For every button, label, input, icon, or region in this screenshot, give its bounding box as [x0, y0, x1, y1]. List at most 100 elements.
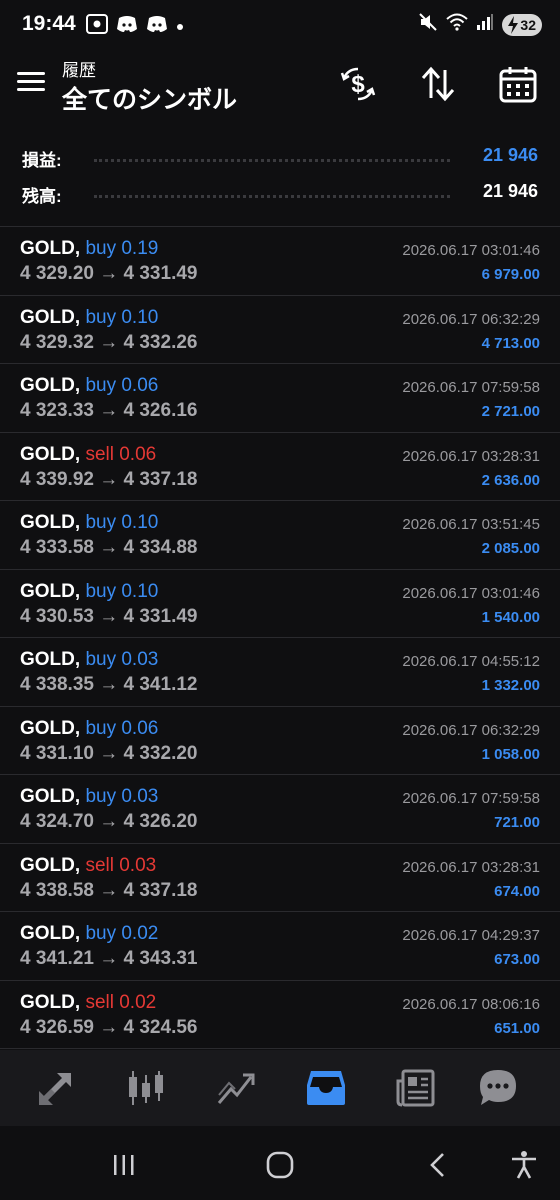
- trade-profit: 673.00: [494, 951, 540, 968]
- trade-symbol-line: GOLD, sell 0.06: [20, 444, 156, 466]
- trade-volume: sell 0.06: [85, 443, 157, 465]
- dotted-leader: [94, 159, 450, 162]
- nav-chart[interactable]: [124, 1066, 168, 1110]
- trade-volume: buy 0.10: [85, 306, 159, 328]
- trade-profit: 721.00: [494, 814, 540, 831]
- trade-symbol-line: GOLD, buy 0.02: [20, 923, 158, 945]
- discord-icon: [146, 15, 168, 38]
- trade-icon: [217, 1073, 255, 1104]
- trade-symbol: GOLD,: [20, 443, 81, 465]
- trade-profit: 6 979.00: [481, 266, 540, 283]
- recents-button[interactable]: [104, 1148, 144, 1182]
- trade-time: 2026.06.17 03:28:31: [402, 858, 540, 876]
- trade-row[interactable]: GOLD, buy 0.10 4 330.53 → 4 331.49 2026.…: [0, 570, 560, 638]
- profit-value: 21 946: [482, 145, 538, 165]
- signal-icon: [476, 13, 494, 36]
- trade-volume: sell 0.02: [85, 991, 157, 1013]
- balance-row: 残高: 21 946: [0, 176, 560, 212]
- trade-profit: 2 721.00: [481, 403, 540, 420]
- sort-icon: [421, 66, 455, 102]
- nav-trade[interactable]: [214, 1066, 258, 1110]
- trade-profit: 1 332.00: [481, 677, 540, 694]
- sort-button[interactable]: [416, 62, 460, 106]
- trade-symbol-line: GOLD, buy 0.10: [20, 512, 158, 534]
- trade-symbol: GOLD,: [20, 375, 81, 396]
- wifi-icon: [446, 13, 468, 36]
- trade-profit: 651.00: [494, 1019, 540, 1037]
- trade-volume: buy 0.10: [85, 512, 159, 533]
- trade-symbol-line: GOLD, buy 0.10: [20, 581, 158, 603]
- svg-text:$: $: [351, 71, 365, 98]
- back-button[interactable]: [418, 1148, 458, 1182]
- accessibility-button[interactable]: [504, 1148, 544, 1182]
- trade-row[interactable]: GOLD, buy 0.19 4 329.20 → 4 331.49 2026.…: [0, 227, 560, 296]
- trade-time: 2026.06.17 03:01:46: [402, 584, 540, 602]
- trade-symbol-line: GOLD, sell 0.03: [20, 855, 156, 877]
- trade-time: 2026.06.17 06:32:29: [402, 310, 540, 328]
- trade-prices: 4 341.21 → 4 343.31: [20, 948, 198, 969]
- trade-row[interactable]: GOLD, buy 0.10 4 333.58 → 4 334.88 2026.…: [0, 501, 560, 570]
- bottom-navigation: [0, 1050, 560, 1126]
- news-icon: [396, 1069, 435, 1107]
- trade-time: 2026.06.17 03:51:45: [402, 516, 540, 533]
- status-bar: 19:44 32: [0, 0, 560, 52]
- trade-profit: 2 636.00: [481, 471, 540, 489]
- trade-symbol: GOLD,: [20, 580, 81, 602]
- trade-prices: 4 324.70 → 4 326.20: [20, 811, 198, 832]
- quotes-icon: [39, 1073, 71, 1105]
- trade-prices: 4 330.53 → 4 331.49: [20, 605, 198, 627]
- trade-row[interactable]: GOLD, sell 0.06 4 339.92 → 4 337.18 2026…: [0, 433, 560, 501]
- symbol-selector[interactable]: 全てのシンボル: [62, 80, 237, 116]
- trade-volume: buy 0.03: [85, 786, 159, 807]
- trade-volume: sell 0.03: [85, 854, 157, 876]
- trade-symbol-line: GOLD, buy 0.19: [20, 238, 158, 260]
- trade-symbol: GOLD,: [20, 923, 81, 944]
- trade-symbol-line: GOLD, buy 0.10: [20, 307, 158, 329]
- date-range-button[interactable]: [496, 62, 540, 106]
- trade-profit: 4 713.00: [481, 334, 540, 352]
- trade-symbol: GOLD,: [20, 649, 81, 670]
- system-navigation: [0, 1126, 560, 1200]
- recents-icon: [114, 1155, 134, 1175]
- nav-quotes[interactable]: [34, 1066, 78, 1110]
- trade-prices: 4 339.92 → 4 337.18: [20, 468, 198, 490]
- trade-profit: 1 540.00: [481, 608, 540, 626]
- trade-prices: 4 338.35 → 4 341.12: [20, 674, 198, 695]
- trade-volume: buy 0.10: [85, 580, 159, 602]
- menu-button[interactable]: [14, 64, 50, 100]
- back-icon: [430, 1153, 444, 1177]
- trade-row[interactable]: GOLD, buy 0.06 4 323.33 → 4 326.16 2026.…: [0, 364, 560, 433]
- mt5-history-screen: 19:44 32 履歴 全てのシンボル $ 損益: 21 946 残高: 21 …: [0, 0, 560, 1200]
- history-icon: [307, 1071, 345, 1105]
- trade-row[interactable]: GOLD, buy 0.03 4 324.70 → 4 326.20 2026.…: [0, 775, 560, 844]
- trade-row[interactable]: GOLD, buy 0.06 4 331.10 → 4 332.20 2026.…: [0, 707, 560, 775]
- nav-history[interactable]: [304, 1066, 348, 1110]
- trade-symbol: GOLD,: [20, 717, 81, 739]
- trade-prices: 4 326.59 → 4 324.56: [20, 1016, 198, 1038]
- trade-symbol-line: GOLD, buy 0.03: [20, 786, 158, 808]
- trade-time: 2026.06.17 03:01:46: [402, 242, 540, 259]
- trade-profit: 674.00: [494, 882, 540, 900]
- home-button[interactable]: [260, 1148, 300, 1182]
- notification-dot-icon: [176, 18, 184, 36]
- calendar-icon: [499, 67, 537, 103]
- trade-prices: 4 323.33 → 4 326.16: [20, 400, 198, 421]
- trade-row[interactable]: GOLD, sell 0.02 4 326.59 → 4 324.56 2026…: [0, 981, 560, 1049]
- profit-label: 損益:: [22, 151, 62, 170]
- trade-time: 2026.06.17 06:32:29: [402, 721, 540, 739]
- nav-chat[interactable]: [476, 1066, 520, 1110]
- accessibility-icon: [512, 1151, 536, 1179]
- trade-volume: buy 0.06: [85, 717, 159, 739]
- chart-icon: [129, 1071, 163, 1105]
- trade-time: 2026.06.17 07:59:58: [402, 379, 540, 396]
- discord-icon: [116, 15, 138, 38]
- nav-news[interactable]: [394, 1066, 438, 1110]
- trade-row[interactable]: GOLD, buy 0.02 4 341.21 → 4 343.31 2026.…: [0, 912, 560, 981]
- trade-symbol-line: GOLD, buy 0.03: [20, 649, 158, 671]
- trade-row[interactable]: GOLD, buy 0.03 4 338.35 → 4 341.12 2026.…: [0, 638, 560, 707]
- trade-row[interactable]: GOLD, sell 0.03 4 338.58 → 4 337.18 2026…: [0, 844, 560, 912]
- currency-filter-button[interactable]: $: [336, 62, 380, 106]
- trade-symbol: GOLD,: [20, 786, 81, 807]
- trade-row[interactable]: GOLD, buy 0.10 4 329.32 → 4 332.26 2026.…: [0, 296, 560, 364]
- dotted-leader: [94, 195, 450, 198]
